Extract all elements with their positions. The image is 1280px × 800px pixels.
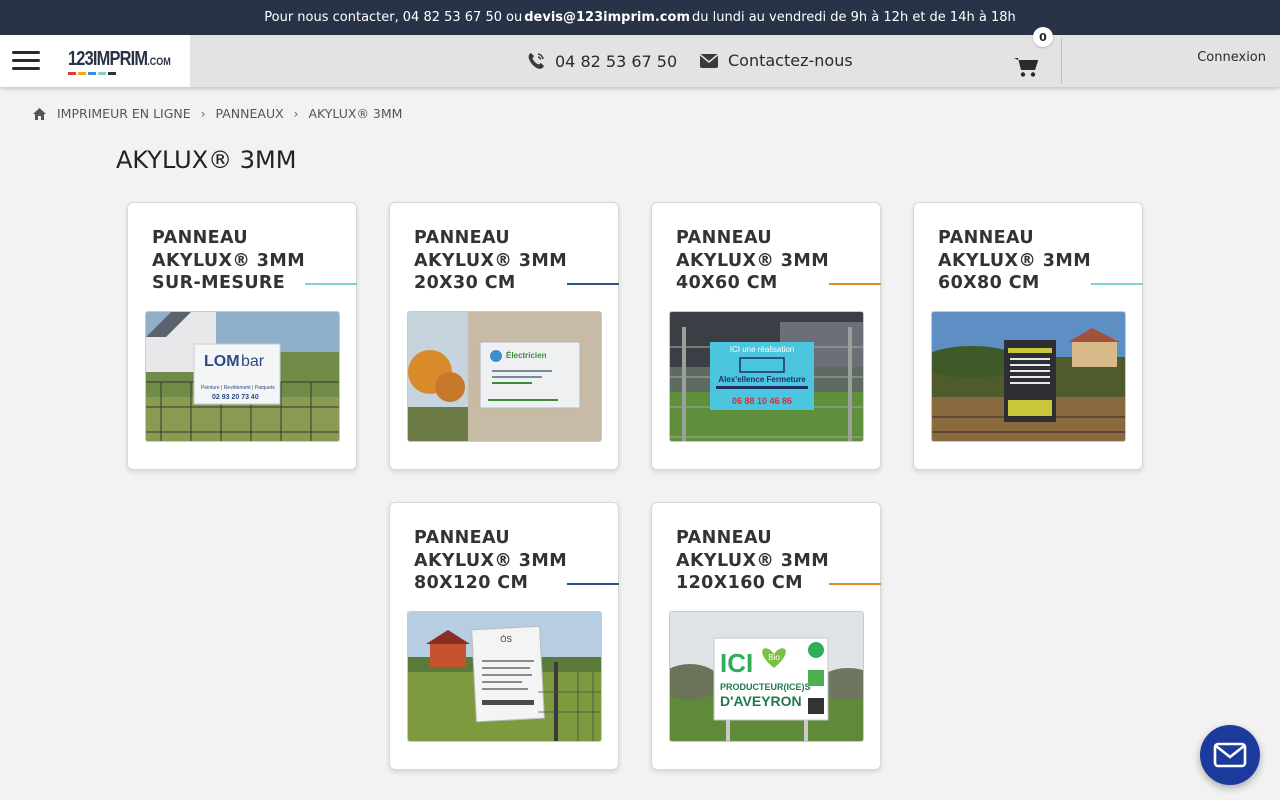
logo-stripes [68, 72, 116, 75]
sign-text: 06 88 10 46 86 [732, 396, 792, 406]
product-card-80x120[interactable]: PANNEAU AKYLUX® 3MM 80X120 CM ÓS [389, 502, 619, 770]
sign-text: bar [241, 353, 265, 370]
logo-suffix: .COM [147, 56, 171, 68]
sign-text: Alex'ellence Fermeture [718, 375, 806, 384]
product-card-120x160[interactable]: PANNEAU AKYLUX® 3MM 120X160 CM ICI Bio P… [651, 502, 881, 770]
product-image[interactable]: ICI une réalisation Alex'ellence Fermetu… [669, 311, 864, 442]
mail-chat-button[interactable] [1200, 725, 1260, 785]
product-accent-line [305, 283, 357, 285]
header-contact-link[interactable]: Contactez-nous [699, 51, 853, 70]
contact-topbar: Pour nous contacter, 04 82 53 67 50 ou d… [0, 0, 1280, 35]
logo-text: 123IMPRIM [68, 48, 148, 70]
envelope-icon [700, 53, 718, 68]
product-image[interactable]: LOM bar Peinture | Revêtement | Parquets… [145, 311, 340, 442]
product-accent-line [567, 283, 619, 285]
product-card-20x30[interactable]: PANNEAU AKYLUX® 3MM 20X30 CM Électricien [389, 202, 619, 470]
hamburger-menu-icon[interactable] [12, 50, 40, 72]
product-accent-line [1091, 283, 1143, 285]
site-logo[interactable]: 123IMPRIM.COM [68, 48, 171, 71]
breadcrumb-item-current: AKYLUX® 3MM [308, 106, 403, 121]
topbar-phone[interactable]: 04 82 53 67 50 [403, 10, 502, 25]
product-card-sur-mesure[interactable]: PANNEAU AKYLUX® 3MM SUR-MESURE LOM bar P… [127, 202, 357, 470]
sign-text: ICI [720, 648, 753, 678]
product-image[interactable]: ICI Bio PRODUCTEUR(ICE)S D'AVEYRON [669, 611, 864, 742]
product-accent-line [567, 583, 619, 585]
breadcrumb: IMPRIMEUR EN LIGNE › PANNEAUX › AKYLUX® … [32, 106, 402, 121]
sign-text: Électricien [506, 351, 547, 360]
sign-text: D'AVEYRON [720, 693, 802, 709]
product-image[interactable]: Électricien [407, 311, 602, 442]
header-phone-number: 04 82 53 67 50 [555, 51, 678, 71]
login-link[interactable]: Connexion [1197, 50, 1266, 65]
product-accent-line [829, 283, 881, 285]
sign-text: Peinture | Revêtement | Parquets [201, 385, 275, 391]
header-divider [1061, 38, 1062, 84]
product-card-60x80[interactable]: PANNEAU AKYLUX® 3MM 60X80 CM [913, 202, 1143, 470]
header-contact-label: Contactez-nous [728, 51, 853, 70]
product-image[interactable]: ÓS [407, 611, 602, 742]
product-image[interactable] [931, 311, 1126, 442]
sign-text: ICI une réalisation [730, 345, 794, 354]
topbar-hours: du lundi au vendredi de 9h à 12h et de 1… [692, 10, 1016, 25]
topbar-or: ou [506, 10, 523, 25]
cart-count-badge: 0 [1033, 27, 1053, 47]
chevron-right-icon: › [200, 106, 206, 121]
main-header: 123IMPRIM.COM 04 82 53 67 50 Contactez-n… [0, 27, 1280, 87]
sign-text: LOM [204, 353, 240, 370]
product-card-40x60[interactable]: PANNEAU AKYLUX® 3MM 40X60 CM ICI une réa… [651, 202, 881, 470]
sign-text: Bio [768, 653, 780, 662]
svg-text:ÓS: ÓS [500, 635, 512, 644]
home-icon[interactable] [32, 107, 47, 121]
chevron-right-icon: › [293, 106, 299, 121]
sign-text: PRODUCTEUR(ICE)S [720, 682, 811, 692]
topbar-email[interactable]: devis@123imprim.com [524, 10, 690, 25]
breadcrumb-item-panneaux[interactable]: PANNEAUX [216, 106, 284, 121]
topbar-prefix: Pour nous contacter, [264, 10, 399, 25]
phone-icon [528, 53, 544, 69]
brand-area: 123IMPRIM.COM [0, 35, 190, 87]
mail-chat-icon [1213, 742, 1247, 768]
page-title: AKYLUX® 3MM [116, 146, 297, 174]
header-phone[interactable]: 04 82 53 67 50 [526, 51, 677, 71]
breadcrumb-item-imprimeur[interactable]: IMPRIMEUR EN LIGNE [57, 106, 191, 121]
product-accent-line [829, 583, 881, 585]
cart-icon[interactable] [1014, 56, 1040, 78]
sign-text: 02 93 20 73 40 [212, 394, 259, 401]
